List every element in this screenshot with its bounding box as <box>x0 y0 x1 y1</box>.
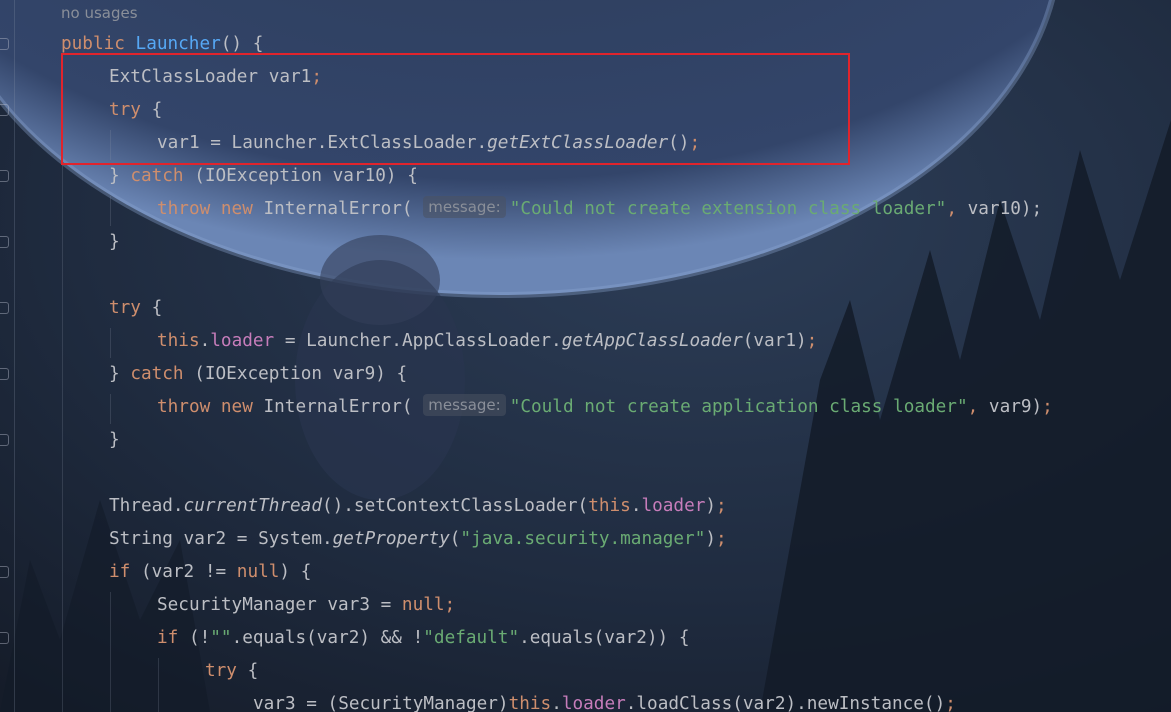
code-token: catch <box>130 364 195 384</box>
code-token: try <box>109 298 152 318</box>
code-line[interactable]: this.loader = Launcher.AppClassLoader.ge… <box>157 325 817 358</box>
code-line[interactable]: try { <box>109 292 162 325</box>
code-token: .loadClass(var2).newInstance() <box>625 694 946 712</box>
code-token: ; <box>806 331 818 351</box>
code-token: if <box>109 562 141 582</box>
indent-guide <box>110 196 111 226</box>
code-token: ; <box>716 496 727 516</box>
code-line[interactable]: SecurityManager var3 = null; <box>157 589 455 622</box>
code-token: catch <box>130 166 195 186</box>
code-line[interactable]: } catch (IOException var9) { <box>109 358 407 391</box>
code-token: ; <box>716 529 727 549</box>
code-token: .equals(var2) && ! <box>231 628 424 648</box>
code-token: throw new <box>157 397 264 417</box>
usages-hint[interactable]: no usages <box>61 3 138 23</box>
code-token: ; <box>945 694 956 712</box>
code-token: InternalError( <box>263 397 424 417</box>
code-token: this <box>508 694 552 712</box>
code-token: "Could not create extension class loader… <box>509 199 947 219</box>
fold-icon[interactable] <box>0 104 9 116</box>
code-token: ; <box>1042 397 1053 417</box>
fold-icon[interactable] <box>0 38 9 50</box>
code-token: ().setContextClassLoader( <box>321 496 589 516</box>
code-token: null; <box>401 595 456 615</box>
code-token: loader <box>641 496 706 516</box>
code-token: { <box>151 298 163 318</box>
fold-icon[interactable] <box>0 302 9 314</box>
code-token: try <box>205 661 248 681</box>
code-token: String var2 = System. <box>109 529 333 549</box>
code-token: public <box>61 34 136 54</box>
code-token: loader <box>210 331 275 351</box>
code-token: } <box>109 430 120 450</box>
code-token: "default" <box>423 628 520 648</box>
fold-icon[interactable] <box>0 368 9 380</box>
code-editor[interactable]: no usages public Launcher() {ExtClassLoa… <box>0 0 1171 712</box>
code-token: loader <box>561 694 626 712</box>
code-token: var9) <box>978 397 1043 417</box>
code-token: currentThread <box>183 496 322 516</box>
code-token: () { <box>220 34 264 54</box>
code-line[interactable]: try { <box>205 655 258 688</box>
code-token: , <box>946 199 957 219</box>
code-token: Launcher <box>135 34 221 54</box>
code-token: . <box>199 331 211 351</box>
code-token: InternalError( <box>263 199 424 219</box>
code-token: "Could not create application class load… <box>509 397 968 417</box>
parameter-hint: message: <box>423 196 506 218</box>
fold-icon[interactable] <box>0 434 9 446</box>
code-token: SecurityManager var3 = <box>157 595 402 615</box>
code-token: (IOException var9) { <box>194 364 408 384</box>
indent-guide <box>110 394 111 424</box>
code-token: (! <box>188 628 211 648</box>
code-line[interactable]: } <box>109 226 120 259</box>
indent-guide <box>110 328 111 358</box>
code-token: Thread. <box>109 496 184 516</box>
code-token: var10); <box>956 199 1043 219</box>
code-token: ) { <box>279 562 312 582</box>
code-token: null <box>236 562 280 582</box>
code-line[interactable]: String var2 = System.getProperty("java.s… <box>109 523 727 556</box>
code-token: "" <box>210 628 232 648</box>
code-line[interactable]: Thread.currentThread().setContextClassLo… <box>109 490 727 523</box>
indent-guide <box>158 658 159 712</box>
code-token: { <box>247 661 259 681</box>
code-token: . <box>551 694 562 712</box>
code-token: ) <box>705 529 716 549</box>
code-line[interactable]: if (!"".equals(var2) && !"default".equal… <box>157 622 690 655</box>
code-token: , <box>967 397 979 417</box>
fold-icon[interactable] <box>0 170 9 182</box>
code-token: (var2 != <box>140 562 237 582</box>
code-line[interactable]: var3 = (SecurityManager)this.loader.load… <box>253 688 956 712</box>
code-token: this <box>157 331 200 351</box>
code-token: ) <box>705 496 717 516</box>
fold-icon[interactable] <box>0 566 9 578</box>
code-line[interactable]: } <box>109 424 120 457</box>
fold-icon[interactable] <box>0 236 9 248</box>
indent-guide <box>110 592 111 712</box>
code-token: getProperty <box>332 529 450 549</box>
code-token: = Launcher.AppClassLoader. <box>274 331 562 351</box>
code-token: var3 = (SecurityManager) <box>253 694 509 712</box>
code-token: (var1) <box>742 331 807 351</box>
highlight-box <box>61 53 850 165</box>
code-token: . <box>630 496 642 516</box>
parameter-hint: message: <box>423 394 506 416</box>
code-token: ( <box>449 529 461 549</box>
code-token: throw new <box>157 199 264 219</box>
code-token: getAppClassLoader <box>561 331 743 351</box>
code-token: } <box>109 364 131 384</box>
fold-icon[interactable] <box>0 632 9 644</box>
code-line[interactable]: if (var2 != null) { <box>109 556 311 589</box>
code-token: "java.security.manager" <box>460 529 706 549</box>
code-line[interactable]: throw new InternalError( message: "Could … <box>157 193 1042 226</box>
code-token: this <box>588 496 631 516</box>
code-token: .equals(var2)) { <box>519 628 690 648</box>
code-token: } <box>109 166 131 186</box>
code-line[interactable]: throw new InternalError( message: "Could … <box>157 391 1053 424</box>
code-token: (IOException var10) { <box>194 166 418 186</box>
code-token: } <box>109 232 120 252</box>
code-token: if <box>157 628 189 648</box>
